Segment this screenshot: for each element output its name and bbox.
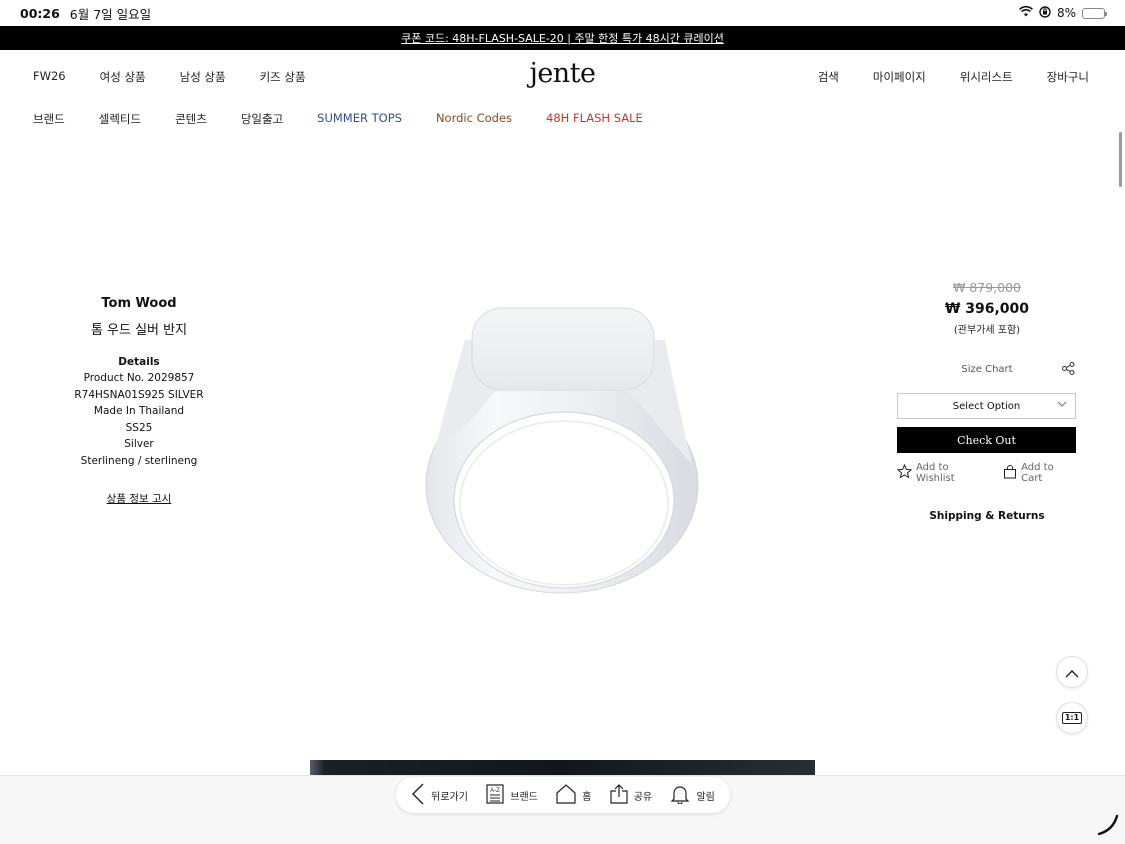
status-date: 6월 7일 일요일: [69, 6, 152, 22]
alerts-label: 알림: [696, 791, 715, 803]
promo-banner-text[interactable]: 쿠폰 코드: 48H-FLASH-SALE-20 | 주말 한정 특가 48시간…: [401, 30, 724, 46]
option-select[interactable]: Select Option: [897, 393, 1076, 419]
nav-item-kids[interactable]: 키즈 상품: [260, 69, 306, 85]
silver-ring-illustration: [425, 307, 699, 594]
chevron-down-icon: [1057, 400, 1067, 411]
primary-nav: FW26 여성 상품 남성 상품 키즈 상품: [33, 69, 340, 85]
az-list-icon: A-Z: [486, 783, 504, 807]
original-price: ₩ 879,000: [952, 280, 1022, 295]
home-icon: [556, 783, 576, 807]
wifi-icon: [1018, 5, 1033, 20]
promo-banner[interactable]: 쿠폰 코드: 48H-FLASH-SALE-20 | 주말 한정 특가 48시간…: [0, 26, 1125, 50]
status-right: 8%: [1018, 5, 1107, 21]
add-to-cart-label: Add to Cart: [1021, 462, 1054, 484]
secondary-nav: 브랜드 셀렉티드 콘텐츠 당일출고 SUMMER TOPS Nordic Cod…: [0, 102, 1125, 134]
subnav-item-summer-tops[interactable]: SUMMER TOPS: [317, 111, 402, 127]
subnav-item-brands[interactable]: 브랜드: [33, 111, 65, 127]
bag-icon: [1003, 464, 1017, 482]
subnav-item-flash-sale[interactable]: 48H FLASH SALE: [546, 111, 643, 127]
size-chart-link[interactable]: Size Chart: [961, 364, 1012, 375]
sale-price: ₩ 396,000: [944, 301, 1030, 317]
nav-item-wishlist[interactable]: 위시리스트: [960, 69, 1013, 85]
corner-gesture-icon: [1097, 814, 1119, 840]
detail-product-no: Product No. 2029857: [83, 372, 195, 384]
app-toolbar: 뒤로가기 A-Z 브랜드 홈 공유 알림: [396, 777, 730, 813]
star-icon: [896, 463, 913, 482]
battery-icon: [1082, 7, 1107, 19]
site-logo[interactable]: jente: [529, 58, 596, 89]
subnav-item-nordic-codes[interactable]: Nordic Codes: [436, 111, 512, 127]
battery-percent: 8%: [1056, 6, 1076, 20]
product-info: Tom Wood 톰 우드 실버 반지 Details Product No. …: [40, 296, 238, 506]
add-to-wishlist-button[interactable]: Add to Wishlist: [896, 462, 989, 484]
details-title: Details: [118, 356, 160, 368]
purchase-panel: ₩ 879,000 ₩ 396,000 (관부가세 포함) Size Chart…: [896, 280, 1077, 522]
add-to-cart-button[interactable]: Add to Cart: [1003, 462, 1077, 484]
subnav-item-same-day[interactable]: 당일출고: [241, 111, 283, 127]
status-time: 00:26: [20, 5, 60, 21]
detail-season: SS25: [125, 421, 153, 434]
home-label: 홈: [582, 791, 592, 803]
bell-icon: [670, 784, 690, 807]
home-button[interactable]: 홈: [556, 783, 592, 807]
brand-label: 브랜드: [510, 791, 538, 803]
product-notice-link[interactable]: 상품 정보 고시: [107, 491, 172, 506]
detail-color: Silver: [124, 438, 154, 450]
product-image[interactable]: [420, 300, 710, 600]
next-image-preview: [310, 760, 815, 776]
share-label: 공유: [633, 791, 653, 803]
nav-item-women[interactable]: 여성 상품: [100, 69, 146, 85]
size-chart-row: Size Chart: [897, 362, 1077, 378]
zoom-reset-button[interactable]: 1:1: [1056, 702, 1088, 734]
price-note: (관부가세 포함): [953, 325, 1021, 336]
price-box: ₩ 879,000 ₩ 396,000 (관부가세 포함): [897, 280, 1077, 336]
nav-item-search[interactable]: 검색: [818, 69, 839, 85]
wishlist-cart-row: Add to Wishlist Add to Cart: [896, 462, 1077, 484]
share-button[interactable]: 공유: [610, 783, 653, 807]
nav-item-fw26[interactable]: FW26: [33, 69, 66, 85]
nav-item-mypage[interactable]: 마이페이지: [873, 69, 926, 85]
page-scrollbar[interactable]: [1119, 132, 1122, 187]
subnav-item-contents[interactable]: 콘텐츠: [175, 111, 207, 127]
product-name: 톰 우드 실버 반지: [90, 323, 188, 338]
share-upload-icon: [610, 783, 628, 807]
utility-nav: 검색 마이페이지 위시리스트 장바구니: [784, 69, 1089, 85]
subnav-item-selected[interactable]: 셀렉티드: [99, 111, 141, 127]
brand-button[interactable]: A-Z 브랜드: [486, 783, 538, 807]
az-icon-text: A-Z: [490, 788, 500, 794]
product-brand[interactable]: Tom Wood: [40, 296, 238, 311]
detail-sku: R74HSNA01S925 SILVER: [74, 388, 204, 401]
option-select-label: Select Option: [952, 400, 1021, 412]
chevron-up-icon: [1065, 663, 1079, 682]
secondary-nav-items: 브랜드 셀렉티드 콘텐츠 당일출고 SUMMER TOPS Nordic Cod…: [33, 111, 677, 127]
nav-item-men[interactable]: 남성 상품: [180, 69, 226, 85]
nav-item-cart[interactable]: 장바구니: [1047, 69, 1089, 85]
alerts-button[interactable]: 알림: [670, 784, 715, 807]
zoom-label: 1:1: [1061, 712, 1083, 724]
main-nav: FW26 여성 상품 남성 상품 키즈 상품 jente 검색 마이페이지 위시…: [0, 50, 1125, 102]
shipping-returns-toggle[interactable]: Shipping & Returns: [897, 510, 1077, 522]
chevron-left-icon: [411, 783, 425, 808]
status-left: 00:26 6월 7일 일요일: [20, 4, 151, 23]
back-label: 뒤로가기: [431, 791, 468, 803]
share-icon[interactable]: [1062, 362, 1075, 378]
detail-material: Sterlineng / sterlineng: [80, 454, 198, 467]
scroll-to-top-button[interactable]: [1056, 656, 1088, 688]
orientation-lock-icon: [1039, 5, 1051, 21]
add-to-wishlist-label: Add to Wishlist: [916, 462, 955, 484]
detail-origin: Made In Thailand: [93, 405, 185, 417]
back-button[interactable]: 뒤로가기: [411, 783, 468, 808]
bottom-bar: 뒤로가기 A-Z 브랜드 홈 공유 알림: [0, 775, 1125, 844]
checkout-button[interactable]: Check Out: [897, 427, 1076, 453]
status-bar: 00:26 6월 7일 일요일 8%: [0, 0, 1125, 26]
